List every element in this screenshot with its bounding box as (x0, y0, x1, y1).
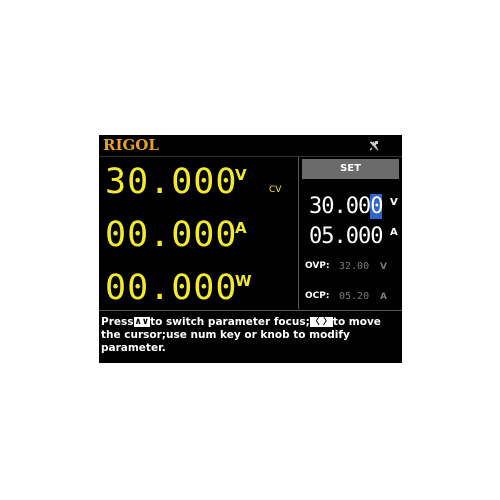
help-text-part1: Press (101, 316, 134, 328)
set-current-unit: A (390, 227, 398, 238)
ocp-value[interactable]: 05.20 (339, 291, 369, 302)
ocp-unit: A (380, 292, 387, 302)
ovp-value[interactable]: 32.00 (339, 261, 369, 272)
mode-indicator: CV (269, 185, 282, 195)
help-text-part2: to switch parameter focus; (150, 316, 310, 328)
set-button[interactable]: SET (302, 159, 399, 179)
ocp-label: OCP: (305, 291, 330, 301)
edit-cursor: 0 (370, 194, 384, 219)
set-current-field[interactable]: 05.000 (309, 224, 383, 249)
measured-voltage-unit: V (235, 166, 247, 184)
help-text: Press∧∨to switch parameter focus;〈 〉to m… (101, 316, 401, 355)
brand-logo: RIGOL (103, 136, 159, 154)
ovp-label: OVP: (305, 261, 330, 271)
power-supply-display: RIGOL 30.000 V CV 00.000 A 00.000 W SET … (99, 135, 402, 363)
measured-power: 00.000 (105, 268, 238, 308)
top-status-bar: RIGOL (99, 135, 402, 157)
measured-current-unit: A (235, 219, 247, 237)
set-current-value: 05.000 (309, 224, 383, 249)
panel-divider (298, 157, 299, 309)
set-voltage-value: 30.00 (309, 194, 371, 219)
left-right-keys-icon: 〈 〉 (309, 317, 333, 327)
set-voltage-unit: V (390, 197, 398, 208)
usb-disconnected-icon (367, 138, 381, 152)
set-voltage-field[interactable]: 30.000 (309, 194, 384, 219)
ovp-unit: V (380, 262, 387, 272)
measured-current: 00.000 (105, 215, 238, 255)
help-divider (99, 310, 402, 311)
measured-power-unit: W (235, 272, 252, 290)
up-down-keys-icon: ∧∨ (133, 317, 151, 327)
measured-voltage: 30.000 (105, 162, 238, 202)
